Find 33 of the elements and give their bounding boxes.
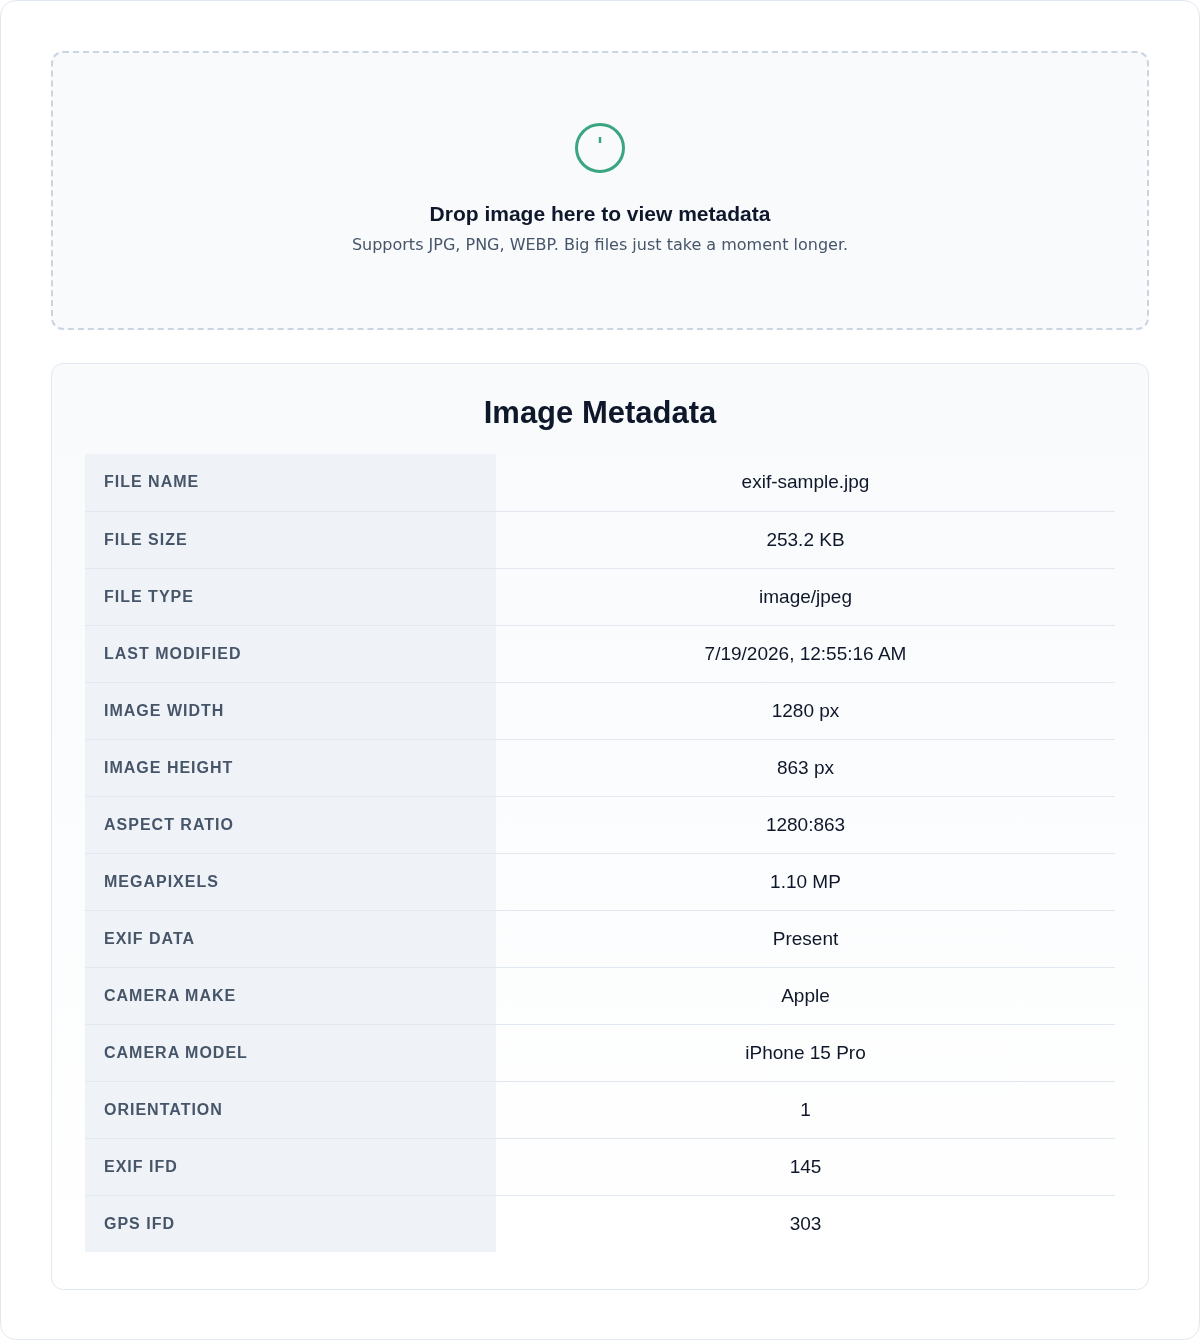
row-label: LAST MODIFIED [85,625,496,682]
row-value: 253.2 KB [496,511,1115,568]
row-value: image/jpeg [496,568,1115,625]
ring-icon [575,123,625,173]
row-label: FILE NAME [85,454,496,511]
row-value: exif-sample.jpg [496,454,1115,511]
drop-zone-hint: Supports JPG, PNG, WEBP. Big files just take a moment longer. [351,234,849,256]
row-label: ASPECT RATIO [85,796,496,853]
drop-zone-title: Drop image here to view metadata [429,201,771,227]
row-value: Present [496,910,1115,967]
row-value: 7/19/2026, 12:55:16 AM [496,625,1115,682]
row-value: 303 [496,1195,1115,1252]
row-label: CAMERA MODEL [85,1024,496,1081]
row-value: 145 [496,1138,1115,1195]
row-value: 1.10 MP [496,853,1115,910]
row-value: 1 [496,1081,1115,1138]
row-label: ORIENTATION [85,1081,496,1138]
row-label: EXIF IFD [85,1138,496,1195]
row-label: IMAGE HEIGHT [85,739,496,796]
drop-zone[interactable]: Drop image here to view metadata Supports JPG, PNG, WEBP. Big files just take a moment longer. [51,51,1149,330]
row-label: IMAGE WIDTH [85,682,496,739]
row-value: Apple [496,967,1115,1024]
row-label: EXIF DATA [85,910,496,967]
row-value: 863 px [496,739,1115,796]
row-label: FILE TYPE [85,568,496,625]
row-label: MEGAPIXELS [85,853,496,910]
metadata-title: Image Metadata [482,394,718,432]
row-value: 1280:863 [496,796,1115,853]
row-value: 1280 px [496,682,1115,739]
row-value: iPhone 15 Pro [496,1024,1115,1081]
row-label: FILE SIZE [85,511,496,568]
row-label: CAMERA MAKE [85,967,496,1024]
row-label: GPS IFD [85,1195,496,1252]
